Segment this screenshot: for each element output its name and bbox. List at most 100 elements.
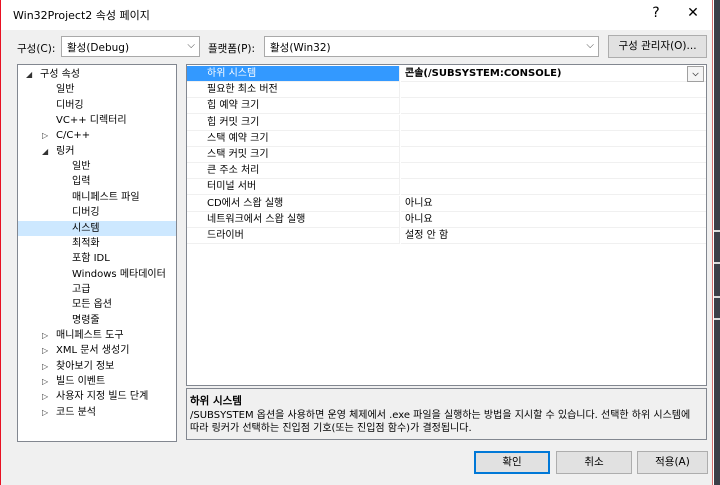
property-name: 터미널 서버: [187, 179, 400, 196]
property-row[interactable]: 네트워크에서 스왑 실행 아니요: [187, 211, 706, 228]
property-value[interactable]: [401, 147, 706, 163]
property-value[interactable]: [401, 98, 706, 115]
tree-item-label: 디버깅: [56, 99, 84, 111]
tree-item[interactable]: 디버깅: [18, 205, 176, 220]
property-value[interactable]: [401, 115, 706, 131]
tree-item-label: VC++ 디렉터리: [56, 115, 127, 127]
tree-item[interactable]: 입력: [18, 174, 176, 189]
property-row[interactable]: 하위 시스템 콘솔(/SUBSYSTEM:CONSOLE) ⌵: [187, 66, 706, 82]
tree-item[interactable]: 최적화: [18, 236, 176, 251]
tree-item-label: 디버깅: [72, 207, 100, 219]
tree-item[interactable]: ◢ 링커: [18, 144, 176, 159]
property-row[interactable]: 스택 예약 크기: [187, 130, 706, 147]
property-row[interactable]: 필요한 최소 버전: [187, 82, 706, 99]
property-row[interactable]: CD에서 스왑 실행 아니요: [187, 195, 706, 212]
property-row[interactable]: 드라이버 설정 안 함: [187, 228, 706, 244]
property-value[interactable]: [401, 163, 706, 180]
property-name: 드라이버: [187, 228, 400, 244]
cancel-button[interactable]: 취소: [556, 451, 632, 474]
tree-item[interactable]: 포함 IDL: [18, 251, 176, 266]
description-title: 하위 시스템: [190, 395, 242, 407]
property-value-text: 콘솔(/SUBSYSTEM:CONSOLE): [405, 68, 562, 79]
tree-item[interactable]: ▷ 코드 분석: [18, 405, 176, 420]
tree-item[interactable]: ▷ XML 문서 생성기: [18, 343, 176, 358]
tree-item[interactable]: 일반: [18, 82, 176, 97]
config-tree[interactable]: ◢ 구성 속성 일반 디버깅 VC++ 디렉터리 ▷ C/C++ ◢ 링커 일반 입력 매니페스트 파…: [17, 64, 177, 442]
config-manager-button[interactable]: 구성 관리자(O)...: [608, 35, 707, 58]
tree-item[interactable]: VC++ 디렉터리: [18, 113, 176, 128]
expand-arrow-icon[interactable]: ▷: [42, 128, 48, 143]
property-grid[interactable]: 하위 시스템 콘솔(/SUBSYSTEM:CONSOLE) ⌵ 필요한 최소 버전 힙 …: [186, 64, 707, 386]
tree-item[interactable]: ▷ 빌드 이벤트: [18, 374, 176, 389]
property-row[interactable]: 큰 주소 처리: [187, 163, 706, 180]
property-value-text: 아니요: [405, 197, 433, 209]
tree-item-label: 포함 IDL: [72, 253, 110, 265]
tree-item[interactable]: ◢ 구성 속성: [18, 67, 176, 82]
property-value[interactable]: [401, 82, 706, 99]
chevron-down-icon: ⌵: [187, 40, 195, 51]
property-row[interactable]: 스택 커밋 크기: [187, 147, 706, 163]
tree-item-label: 찾아보기 정보: [56, 360, 115, 372]
chevron-down-icon[interactable]: ⌵: [687, 66, 704, 82]
tree-item-label: Windows 메타데이터: [72, 268, 166, 280]
title-bar[interactable]: Win32Project2 속성 페이지 ? ✕: [1, 0, 712, 30]
close-button[interactable]: ✕: [673, 0, 713, 28]
collapse-arrow-icon[interactable]: ◢: [26, 67, 32, 82]
tree-item-label: 일반: [72, 161, 91, 173]
property-value[interactable]: [401, 179, 706, 196]
expand-arrow-icon[interactable]: ▷: [42, 374, 48, 389]
ok-button[interactable]: 확인: [474, 451, 550, 474]
tree-item[interactable]: 디버깅: [18, 98, 176, 113]
tree-item[interactable]: ▷ 찾아보기 정보: [18, 359, 176, 374]
tree-item[interactable]: 고급: [18, 282, 176, 297]
tree-item-label: 일반: [56, 84, 75, 96]
tree-item-label: 입력: [72, 176, 91, 188]
expand-arrow-icon[interactable]: ▷: [42, 405, 48, 420]
tree-item[interactable]: ▷ 사용자 지정 빌드 단계: [18, 389, 176, 404]
chevron-down-icon: ⌵: [586, 40, 594, 51]
config-select[interactable]: 활성(Debug) ⌵: [61, 36, 200, 57]
tree-item-label: C/C++: [56, 130, 91, 142]
property-value[interactable]: 아니요: [401, 196, 706, 212]
property-name: 네트워크에서 스왑 실행: [187, 211, 400, 228]
tree-item-label: 매니페스트 도구: [56, 329, 124, 341]
tree-item[interactable]: 매니페스트 파일: [18, 190, 176, 205]
tree-item-label: 사용자 지정 빌드 단계: [56, 391, 149, 403]
tree-item[interactable]: 모든 옵션: [18, 297, 176, 312]
tree-item[interactable]: Windows 메타데이터: [18, 267, 176, 282]
property-value[interactable]: 설정 안 함: [401, 228, 706, 244]
tree-item-label: 링커: [56, 145, 75, 157]
tree-item-label: 구성 속성: [40, 69, 80, 80]
property-pages-dialog: Win32Project2 속성 페이지 ? ✕ 구성(C): 활성(Debug…: [0, 0, 713, 485]
platform-value: 활성(Win32): [270, 42, 331, 54]
collapse-arrow-icon[interactable]: ◢: [42, 144, 48, 159]
property-row[interactable]: 힙 커밋 크기: [187, 114, 706, 131]
expand-arrow-icon[interactable]: ▷: [42, 389, 48, 404]
background-window-strip: [714, 0, 720, 485]
tree-item[interactable]: 명령줄: [18, 313, 176, 328]
tree-item[interactable]: ▷ 매니페스트 도구: [18, 328, 176, 343]
description-panel: 하위 시스템 /SUBSYSTEM 옵션을 사용하면 운영 체제에서 .exe …: [186, 388, 707, 440]
tree-item[interactable]: 시스템: [18, 220, 176, 236]
help-button[interactable]: ?: [636, 0, 676, 28]
platform-select[interactable]: 활성(Win32) ⌵: [264, 36, 599, 57]
property-name: 스택 예약 크기: [187, 130, 400, 147]
property-name: 큰 주소 처리: [187, 163, 400, 180]
tree-item[interactable]: 일반: [18, 159, 176, 174]
tree-item[interactable]: ▷ C/C++: [18, 128, 176, 143]
tree-item-label: 시스템: [72, 222, 100, 234]
expand-arrow-icon[interactable]: ▷: [42, 328, 48, 343]
platform-label: 플랫폼(P):: [208, 43, 256, 55]
tree-item-label: 코드 분석: [56, 406, 96, 418]
expand-arrow-icon[interactable]: ▷: [42, 343, 48, 358]
property-value[interactable]: 콘솔(/SUBSYSTEM:CONSOLE) ⌵: [401, 66, 706, 82]
expand-arrow-icon[interactable]: ▷: [42, 359, 48, 374]
property-name: 힙 예약 크기: [187, 98, 400, 115]
tree-item-label: 빌드 이벤트: [56, 376, 106, 387]
property-value[interactable]: [401, 131, 706, 147]
apply-button[interactable]: 적용(A): [637, 451, 708, 474]
property-value[interactable]: 아니요: [401, 212, 706, 228]
property-name: 필요한 최소 버전: [187, 82, 400, 99]
property-row[interactable]: 힙 예약 크기: [187, 98, 706, 115]
property-row[interactable]: 터미널 서버: [187, 179, 706, 196]
